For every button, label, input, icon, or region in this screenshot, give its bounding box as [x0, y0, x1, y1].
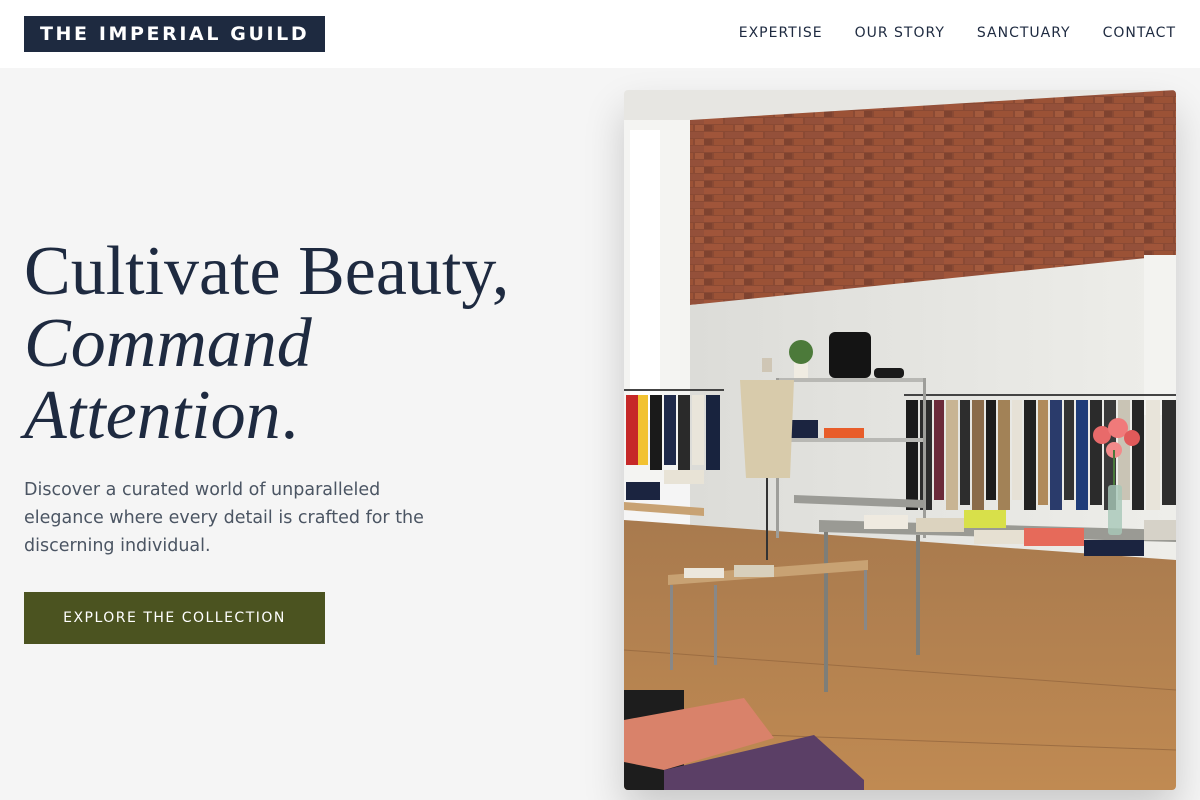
hero-description: Discover a curated world of unparalleled… [24, 480, 424, 556]
hero-title-line-1: Cultivate Beauty, [24, 233, 510, 310]
nav-link-our-story[interactable]: OUR STORY [855, 24, 945, 42]
hero-title: Cultivate Beauty, Command Attention. [24, 236, 509, 452]
boutique-interior-image [624, 90, 1176, 790]
site-header: THE IMPERIAL GUILD EXPERTISE OUR STORY S… [0, 0, 1200, 68]
nav-link-sanctuary[interactable]: SANCTUARY [977, 24, 1071, 42]
nav-link-expertise[interactable]: EXPERTISE [739, 24, 823, 42]
hero-title-line-3: Attention. [24, 380, 509, 452]
explore-collection-button[interactable]: EXPLORE THE COLLECTION [24, 592, 325, 644]
hero-title-emphasis-2: Attention [24, 377, 281, 454]
site-logo[interactable]: THE IMPERIAL GUILD [24, 16, 326, 52]
main-nav: EXPERTISE OUR STORY SANCTUARY CONTACT [739, 24, 1176, 42]
hero-title-period: . [280, 377, 299, 454]
hero-title-line-2: Command [24, 308, 509, 380]
nav-link-contact[interactable]: CONTACT [1103, 24, 1176, 42]
hero-title-emphasis-1: Command [24, 305, 312, 382]
